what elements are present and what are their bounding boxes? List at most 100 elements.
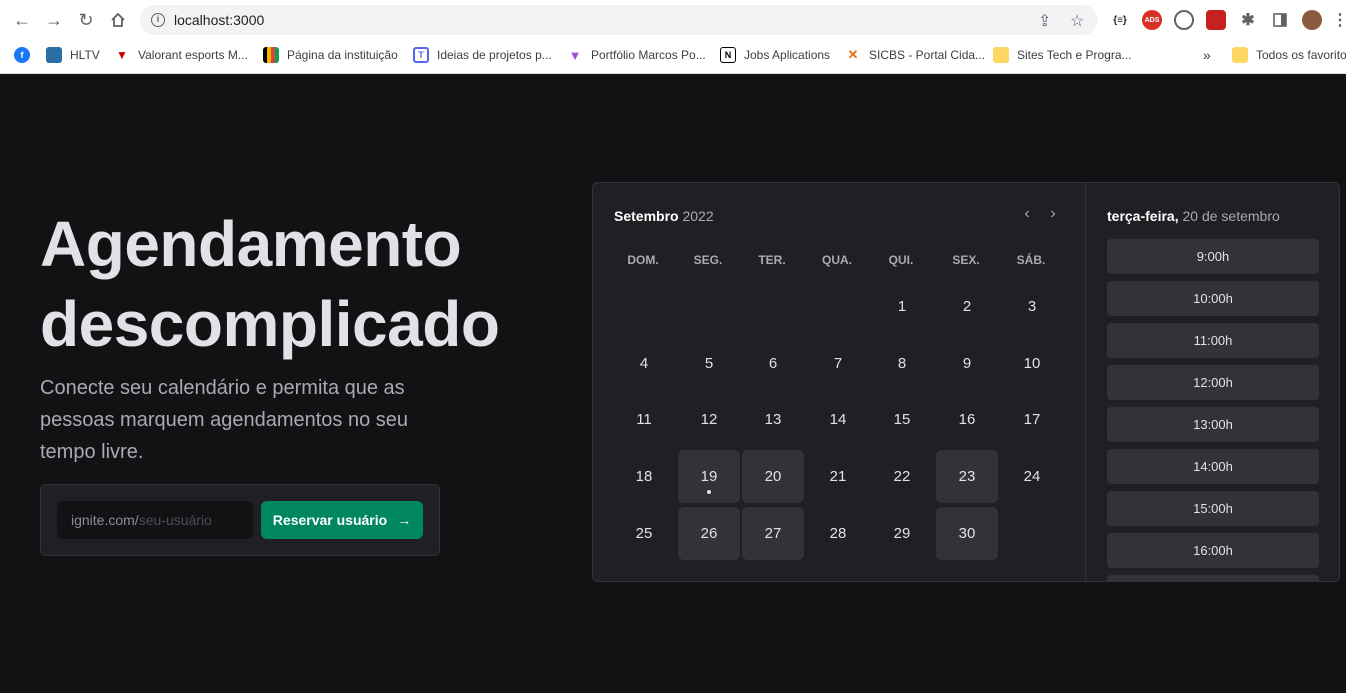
address-bar[interactable]: i localhost:3000 ⇪ ☆: [140, 5, 1098, 35]
forward-arrow-icon[interactable]: →: [42, 8, 66, 32]
all-bookmarks-folder[interactable]: Todos os favoritos: [1232, 46, 1346, 64]
calendar-day: 29: [871, 507, 933, 560]
calendar-day-number: 13: [764, 411, 782, 428]
bookmark-label: Ideias de projetos p...: [437, 48, 552, 62]
side-panel-icon[interactable]: [1270, 10, 1290, 30]
calendar-day-number: 4: [639, 355, 649, 372]
prev-month-icon[interactable]: ‹: [1017, 204, 1037, 224]
bookmark-label: Valorant esports M...: [138, 48, 248, 62]
facebook-icon: f: [14, 47, 30, 63]
username-prefix: ignite.com/: [71, 512, 139, 528]
calendar-day-number: 10: [1023, 355, 1041, 372]
bookmark-facebook[interactable]: f: [14, 46, 38, 64]
calendar-day-number: 11: [636, 411, 652, 428]
claim-username-form: ignite.com/ seu-usuário Reservar usuário…: [40, 484, 440, 556]
time-slot[interactable]: 16:00h: [1107, 533, 1319, 568]
calendar-day-number: 17: [1023, 411, 1041, 428]
calendar-day: 2: [936, 280, 998, 333]
back-arrow-icon[interactable]: ←: [10, 8, 34, 32]
bookmark-valorant[interactable]: ▼ Valorant esports M...: [114, 46, 248, 64]
calendar-day-number: 21: [829, 468, 847, 485]
calendar-day: 1: [871, 280, 933, 333]
site-info-icon[interactable]: i: [151, 13, 165, 27]
calendar-day: 16: [936, 393, 998, 446]
calendar-day-number: 27: [764, 525, 782, 542]
calendar-day[interactable]: 23: [936, 450, 998, 503]
red-extension-icon[interactable]: [1206, 10, 1226, 30]
bookmark-folder-sites[interactable]: Sites Tech e Progra...: [993, 46, 1132, 64]
url-text: localhost:3000: [174, 12, 265, 28]
calendar-day: 8: [871, 337, 933, 390]
calendar-day-number: 28: [829, 525, 847, 542]
calendar-month-panel: Setembro 2022 ‹ › DOM. SEG. TER. QUA. QUI. SE…: [593, 183, 1085, 581]
calendar-day: 3: [1001, 280, 1063, 333]
calendar-day[interactable]: 19: [678, 450, 740, 503]
username-placeholder: seu-usuário: [138, 512, 212, 528]
weekday-header: TER.: [758, 253, 786, 267]
folder-icon: [1232, 47, 1248, 63]
time-slot[interactable]: 10:00h: [1107, 281, 1319, 316]
calendar-day: 18: [613, 450, 675, 503]
bookmark-label: HLTV: [70, 48, 100, 62]
reload-icon[interactable]: ↻: [74, 8, 98, 32]
time-slot[interactable]: 15:00h: [1107, 491, 1319, 526]
calendar-day[interactable]: 20: [742, 450, 804, 503]
next-month-icon[interactable]: ›: [1043, 204, 1063, 224]
calendar-day: 17: [1001, 393, 1063, 446]
home-icon[interactable]: [106, 8, 130, 32]
calendar-day: 6: [742, 337, 804, 390]
time-slot[interactable]: 12:00h: [1107, 365, 1319, 400]
calendar-day-number: 29: [893, 525, 911, 542]
calendar-day-number: 22: [893, 468, 911, 485]
calendar-day[interactable]: 30: [936, 507, 998, 560]
calendar-day: 21: [807, 450, 869, 503]
calendar-day: 28: [807, 507, 869, 560]
bookmark-star-icon[interactable]: ☆: [1070, 11, 1084, 31]
bookmark-instituicao[interactable]: Página da instituição: [263, 46, 398, 64]
bookmark-label: Todos os favoritos: [1256, 48, 1346, 62]
bookmark-jobs[interactable]: N Jobs Aplications: [720, 46, 830, 64]
extension-icon[interactable]: [1174, 10, 1194, 30]
browser-chrome: ← → ↻ i localhost:3000 ⇪ ☆ {≡} ADS ✱ ⋮ f…: [0, 0, 1346, 74]
calendar-day-number: 1: [897, 298, 907, 315]
time-slot[interactable]: 11:00h: [1107, 323, 1319, 358]
calendar-day-number: 20: [764, 468, 782, 485]
calendar-day[interactable]: 27: [742, 507, 804, 560]
json-extension-icon[interactable]: {≡}: [1110, 10, 1130, 30]
menu-dots-icon[interactable]: ⋮: [1332, 10, 1346, 30]
adblock-extension-icon[interactable]: ADS: [1142, 10, 1162, 30]
selected-date: 20 de setembro: [1178, 208, 1280, 224]
weekday-header: SÁB.: [1016, 253, 1046, 267]
calendar-day: 15: [871, 393, 933, 446]
calendar-day: 22: [871, 450, 933, 503]
notion-icon: N: [720, 47, 736, 63]
username-input[interactable]: ignite.com/ seu-usuário: [57, 501, 253, 539]
calendar-day-number: 12: [700, 411, 718, 428]
bookmark-hltv[interactable]: HLTV: [46, 46, 100, 64]
puzzle-icon[interactable]: ✱: [1238, 10, 1258, 30]
time-slot[interactable]: 9:00h: [1107, 239, 1319, 274]
today-indicator: [707, 490, 711, 494]
calendar-day-number: 9: [962, 355, 972, 372]
calendar-year: 2022: [682, 208, 714, 224]
bookmark-portfolio[interactable]: ▼ Portfólio Marcos Po...: [567, 46, 706, 64]
calendar-day-number: 14: [829, 411, 847, 428]
hero-title-line1: Agendamento: [40, 208, 462, 280]
time-slot[interactable]: [1107, 575, 1319, 581]
bookmark-label: Página da instituição: [287, 48, 398, 62]
bookmark-sicbs[interactable]: ✕ SICBS - Portal Cida...: [845, 46, 985, 64]
time-slot[interactable]: 14:00h: [1107, 449, 1319, 484]
profile-avatar[interactable]: [1302, 10, 1322, 30]
calendar-day[interactable]: 26: [678, 507, 740, 560]
bookmark-ideias[interactable]: T Ideias de projetos p...: [413, 46, 552, 64]
calendar-month: Setembro: [614, 208, 679, 224]
calendar-day-number: 7: [833, 355, 843, 372]
bookmarks-overflow-button[interactable]: »: [1203, 46, 1211, 64]
hero-title: Agendamento descomplicado: [40, 204, 560, 364]
calendar-day: 25: [613, 507, 675, 560]
time-slot[interactable]: 13:00h: [1107, 407, 1319, 442]
hero-subtitle: Conecte seu calendário e permita que as …: [40, 377, 409, 463]
calendar-day: 4: [613, 337, 675, 390]
reserve-username-button[interactable]: Reservar usuário →: [261, 501, 423, 539]
share-icon[interactable]: ⇪: [1038, 11, 1051, 31]
